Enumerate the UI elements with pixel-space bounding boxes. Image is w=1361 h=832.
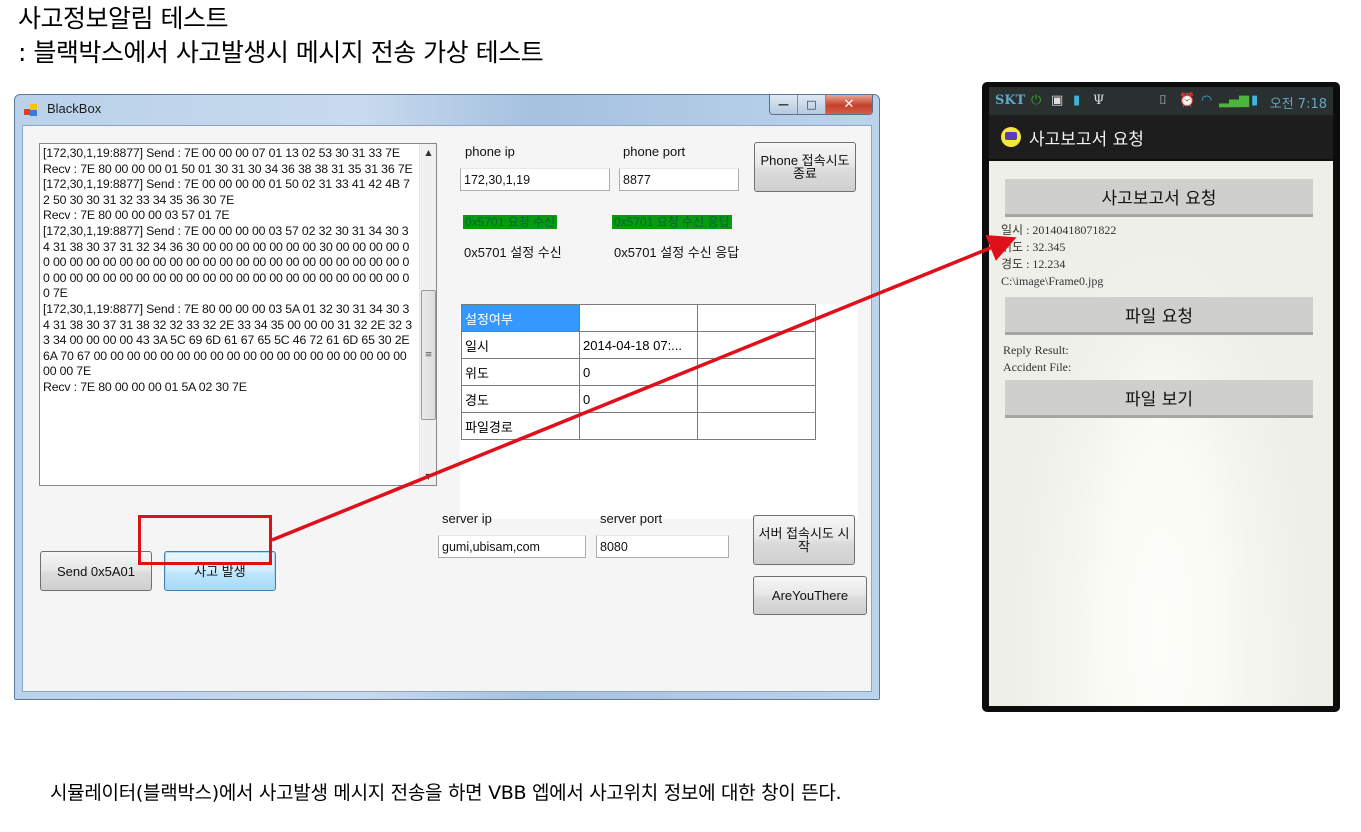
reply-result-label: Reply Result:: [1003, 343, 1069, 357]
phone-ip-input[interactable]: [460, 168, 610, 191]
grid-cell[interactable]: [697, 358, 816, 386]
phone-content: 사고보고서 요청 일시 : 20140418071822 위도 : 32.345…: [989, 161, 1333, 706]
server-port-input[interactable]: [596, 535, 729, 558]
report-datetime: 일시 : 20140418071822: [1001, 223, 1117, 237]
grid-cell[interactable]: [579, 304, 698, 332]
slide-caption: 시뮬레이터(블랙박스)에서 사고발생 메시지 전송을 하면 VBB 엡에서 사고…: [50, 782, 842, 804]
phone-port-input[interactable]: [619, 168, 739, 191]
signal-icon: ▂▄▆: [1219, 93, 1249, 108]
grid-row-header[interactable]: 일시: [461, 331, 580, 359]
grid-cell[interactable]: 0: [579, 358, 698, 386]
app-action-bar: 사고보고서 요청: [989, 115, 1333, 159]
grid-cell[interactable]: 2014-04-18 07:...: [579, 331, 698, 359]
grid-row-header[interactable]: 파일경로: [461, 412, 580, 440]
usb-icon: Ψ: [1093, 93, 1105, 108]
status-setting-recv: 0x5701 설정 수신: [464, 245, 562, 260]
window-controls: — □ ✕: [769, 95, 873, 115]
grid-cell[interactable]: [697, 331, 816, 359]
window-titlebar[interactable]: BlackBox — □ ✕: [15, 95, 879, 125]
report-latitude: 위도 : 32.345: [1001, 240, 1066, 254]
status-request-recv: 0x5701 요청 수신: [463, 215, 558, 229]
close-button[interactable]: ✕: [826, 95, 872, 114]
grid-row-header[interactable]: 설정여부: [461, 304, 580, 332]
log-scrollbar[interactable]: ▲ ≡ ▼: [419, 144, 436, 485]
grid-cell[interactable]: [697, 304, 816, 332]
phone-port-label: phone port: [623, 144, 686, 159]
power-icon: ⏻: [1031, 93, 1042, 108]
log-line: [172,30,1,19:8877] Send : 7E 00 00 00 07…: [43, 146, 400, 160]
log-line: Recv : 7E 80 00 00 00 03 57 01 7E: [43, 208, 230, 223]
accident-button-highlight: [138, 515, 272, 565]
log-line: Recv : 7E 80 00 00 00 01 5A 02 30 7E: [43, 379, 247, 394]
grid-row-header[interactable]: 위도: [461, 358, 580, 386]
minimize-button[interactable]: —: [770, 95, 798, 114]
info-table: 설정여부 일시 2014-04-18 07:... 위도 0 경도 0 파일경로: [461, 304, 816, 440]
file-request-button[interactable]: 파일 요청: [1005, 297, 1313, 335]
clock: 오전 7:18: [1269, 97, 1327, 112]
log-line: [172,30,1,19:8877] Send : 7E 80 00 00 00…: [43, 301, 413, 379]
grid-row[interactable]: 경도 0: [461, 385, 816, 413]
scroll-up-icon[interactable]: ▲: [420, 144, 436, 161]
battery-small-icon: ▮: [1073, 93, 1081, 108]
maximize-button[interactable]: □: [798, 95, 826, 114]
grid-row-header[interactable]: 경도: [461, 385, 580, 413]
report-request-button[interactable]: 사고보고서 요청: [1005, 179, 1313, 217]
wifi-icon: ◠: [1201, 93, 1213, 108]
log-line: [172,30,1,19:8877] Send : 7E 00 00 00 00…: [43, 223, 410, 301]
phone-ip-label: phone ip: [465, 144, 515, 159]
grid-cell[interactable]: 0: [579, 385, 698, 413]
grid-row[interactable]: 일시 2014-04-18 07:...: [461, 331, 816, 359]
server-connect-start-button[interactable]: 서버 접속시도 시작: [753, 515, 855, 565]
app-title: 사고보고서 요청: [1029, 130, 1144, 150]
grid-cell[interactable]: [579, 412, 698, 440]
report-file-path: C:\image\Frame0.jpg: [1001, 274, 1104, 288]
report-longitude: 경도 : 12.234: [1001, 257, 1066, 271]
grid-row[interactable]: 설정여부: [461, 304, 816, 332]
alarm-icon: ⏰: [1179, 93, 1196, 108]
server-port-label: server port: [600, 511, 663, 526]
grid-row[interactable]: 위도 0: [461, 358, 816, 386]
status-request-recv-ack: 0x5701 요청 수신 응답: [612, 215, 732, 229]
grid-cell[interactable]: [697, 385, 816, 413]
window-client-area: [172,30,1,19:8877] Send : 7E 00 00 00 07…: [22, 125, 872, 692]
scroll-down-icon[interactable]: ▼: [420, 468, 436, 485]
log-line: [172,30,1,19:8877] Send : 7E 00 00 00 00…: [43, 177, 410, 207]
carrier-label: SKT: [995, 93, 1026, 108]
message-log[interactable]: [172,30,1,19:8877] Send : 7E 00 00 00 07…: [39, 143, 437, 486]
battery-icon: ▮: [1251, 93, 1259, 108]
phone-connect-stop-button[interactable]: Phone 접속시도 종료: [754, 142, 856, 192]
app-logo-icon: [1001, 127, 1021, 147]
scroll-thumb[interactable]: ≡: [421, 289, 436, 420]
slide-title: 사고정보알림 테스트: [18, 4, 228, 33]
window-title: BlackBox: [47, 101, 102, 116]
grid-row[interactable]: 파일경로: [461, 412, 816, 440]
accident-file-label: Accident File:: [1003, 360, 1072, 374]
app-icon: [24, 104, 39, 117]
status-setting-recv-ack: 0x5701 설정 수신 응답: [614, 245, 740, 260]
blackbox-window: BlackBox — □ ✕ [172,30,1,19:8877] Send :…: [14, 94, 880, 700]
file-view-button[interactable]: 파일 보기: [1005, 380, 1313, 418]
rotate-icon: ⌷: [1159, 93, 1167, 108]
message-log-text: [172,30,1,19:8877] Send : 7E 00 00 00 07…: [43, 146, 413, 396]
accident-info-grid: 설정여부 일시 2014-04-18 07:... 위도 0 경도 0 파일경로: [460, 304, 858, 519]
grid-cell[interactable]: [697, 412, 816, 440]
log-line: Recv : 7E 80 00 00 00 01 50 01 30 31 30 …: [43, 161, 413, 176]
server-ip-input[interactable]: [438, 535, 586, 558]
are-you-there-button[interactable]: AreYouThere: [753, 576, 867, 615]
send-0x5a01-button[interactable]: Send 0x5A01: [40, 551, 152, 591]
server-ip-label: server ip: [442, 511, 492, 526]
phone-screenshot: SKT ⏻ ▣ ▮ Ψ ⌷ ⏰ ◠ ▂▄▆ ▮ 오전 7:18 사고보고서 요청…: [982, 82, 1340, 712]
slide-subtitle: : 블랙박스에서 사고발생시 메시지 전송 가상 테스트: [18, 38, 544, 67]
screen-icon: ▣: [1051, 93, 1064, 108]
phone-status-bar: SKT ⏻ ▣ ▮ Ψ ⌷ ⏰ ◠ ▂▄▆ ▮ 오전 7:18: [989, 87, 1333, 115]
